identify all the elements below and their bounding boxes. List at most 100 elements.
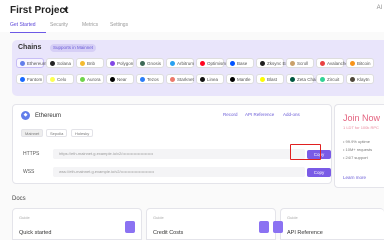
chain-chip-label: Mantle <box>237 77 251 82</box>
chain-logo-icon <box>350 61 355 66</box>
chain-logo-icon <box>200 61 205 66</box>
chain-logo-icon <box>170 77 175 82</box>
chain-logo-icon <box>230 77 235 82</box>
chain-chip-label: Bnb <box>87 61 96 66</box>
wss-url-field[interactable]: wss://eth-mainnet.g.example.io/v2/••••••… <box>53 167 305 177</box>
doc-title: Credit Costs <box>153 230 184 236</box>
chain-chip-label: Fantom <box>27 77 43 82</box>
endpoint-links: Record API Reference Add-ons <box>223 112 323 120</box>
doc-card-api-reference[interactable]: Guide API Reference <box>273 208 384 240</box>
copy-wss-button[interactable]: Copy <box>307 167 331 177</box>
tab-security[interactable]: Security <box>50 22 68 28</box>
chevron-down-icon[interactable]: ▼ <box>62 7 69 14</box>
chain-chip-label: Blast <box>267 77 278 82</box>
chain-chip-fantom[interactable]: Fantom <box>16 74 44 84</box>
endpoint-card: ◆ Ethereum Record API Reference Add-ons … <box>12 104 332 184</box>
chain-chip-label: Avalanche <box>327 61 348 66</box>
selected-chain-label: Ethereum <box>35 113 62 119</box>
promo-item: • 99.9% uptime <box>343 139 370 144</box>
chain-chip-label: Ethereum <box>27 61 47 66</box>
chain-chip-label: Celo <box>57 77 67 82</box>
chain-chip-label: Gnosis <box>147 61 162 66</box>
chain-chip-bitcoin[interactable]: Bitcoin <box>346 58 374 68</box>
chain-logo-icon <box>50 61 55 66</box>
mainnet-badge: Supports in Mainnet <box>50 44 97 52</box>
chain-logo-icon <box>320 77 325 82</box>
tab-mainnet[interactable]: Mainnet <box>21 129 44 137</box>
chain-chip-klaytn[interactable]: Klaytn <box>346 74 374 84</box>
wss-url: wss://eth-mainnet.g.example.io/v2/••••••… <box>59 169 155 174</box>
chain-chip-zksync-era[interactable]: Zksync Era <box>256 58 290 68</box>
chain-logo-icon <box>110 61 115 66</box>
doc-kicker: Guide <box>19 215 30 220</box>
chain-logo-icon <box>80 61 85 66</box>
chain-logo-icon <box>230 61 235 66</box>
chain-chip-bnb[interactable]: Bnb <box>76 58 104 68</box>
add-ons-link[interactable]: Add-ons <box>283 112 300 117</box>
record-link[interactable]: Record <box>223 112 238 117</box>
chain-chip-avalanche[interactable]: Avalanche <box>316 58 348 68</box>
tab-holesky[interactable]: Holesky <box>71 129 94 137</box>
chain-chip-label: Scroll <box>297 61 309 66</box>
https-url-field[interactable]: https://eth-mainnet.g.example.io/v2/••••… <box>53 149 305 159</box>
promo-subtitle: 1 LDT for 100k RPC <box>343 125 379 130</box>
tab-settings[interactable]: Settings <box>110 22 128 28</box>
chain-chip-arbitrum[interactable]: Arbitrum <box>166 58 194 68</box>
chain-chip-label: Polygon <box>117 61 134 66</box>
chain-chip-near[interactable]: Near <box>106 74 134 84</box>
chain-chip-base[interactable]: Base <box>226 58 254 68</box>
chain-chip-label: Solana <box>57 61 72 66</box>
chain-logo-icon <box>20 61 25 66</box>
chain-chip-polygon[interactable]: Polygon <box>106 58 134 68</box>
tab-get-started[interactable]: Get Started <box>10 22 36 28</box>
highlight-box <box>290 144 321 160</box>
chain-logo-icon <box>140 61 145 66</box>
chain-logo-icon <box>80 77 85 82</box>
chain-chip-starknet[interactable]: Starknet <box>166 74 194 84</box>
chain-chip-label: Linea <box>207 77 219 82</box>
chain-chip-label: Klaytn <box>357 77 370 82</box>
chain-logo-icon <box>170 61 175 66</box>
wss-label: WSS <box>23 169 35 175</box>
promo-item: • 24/7 support <box>343 155 368 160</box>
chains-title: Chains <box>18 44 42 51</box>
chain-logo-icon <box>110 77 115 82</box>
doc-card-quick-start[interactable]: Guide Quick started <box>12 208 142 240</box>
chain-chip-label: Tezos <box>147 77 159 82</box>
chain-logo-icon <box>260 61 265 66</box>
chain-chip-celo[interactable]: Celo <box>46 74 74 84</box>
chain-logo-icon <box>350 77 355 82</box>
chain-chip-label: Starknet <box>177 77 194 82</box>
chain-chip-label: Near <box>117 77 127 82</box>
chain-logo-icon <box>290 77 295 82</box>
chain-chip-linea[interactable]: Linea <box>196 74 224 84</box>
doc-card-credit-costs[interactable]: Guide Credit Costs <box>146 208 276 240</box>
chain-logo-icon <box>50 77 55 82</box>
chain-chip-tezos[interactable]: Tezos <box>136 74 164 84</box>
chart-icon <box>259 221 269 233</box>
api-reference-link[interactable]: API Reference <box>245 112 274 117</box>
doc-kicker: Guide <box>287 215 298 220</box>
tab-metrics[interactable]: Metrics <box>82 22 98 28</box>
chain-chip-gnosis[interactable]: Gnosis <box>136 58 164 68</box>
promo-title: Join Now <box>343 113 381 123</box>
top-header: First Project ▼ Al Get Started Security … <box>0 0 384 33</box>
project-title[interactable]: First Project <box>10 5 68 16</box>
chain-chip-blast[interactable]: Blast <box>256 74 284 84</box>
chain-chip-zeta-chain[interactable]: Zeta Chain <box>286 74 319 84</box>
chain-chip-scroll[interactable]: Scroll <box>286 58 314 68</box>
learn-more-link[interactable]: Learn more <box>343 175 366 180</box>
doc-title: API Reference <box>287 230 323 236</box>
https-label: HTTPS <box>23 151 40 157</box>
chain-chip-solana[interactable]: Solana <box>46 58 74 68</box>
chain-chip-optimism[interactable]: Optimism <box>196 58 226 68</box>
chain-chip-zircuit[interactable]: Zircuit <box>316 74 344 84</box>
document-icon <box>273 221 283 233</box>
avatar[interactable]: Al <box>377 5 382 11</box>
chain-logo-icon <box>260 77 265 82</box>
chain-logo-icon <box>140 77 145 82</box>
chain-chip-aurora[interactable]: Aurora <box>76 74 104 84</box>
tab-sepolia[interactable]: Sepolia <box>46 129 68 137</box>
chain-chip-mantle[interactable]: Mantle <box>226 74 254 84</box>
chain-chip-ethereum[interactable]: Ethereum <box>16 58 47 68</box>
